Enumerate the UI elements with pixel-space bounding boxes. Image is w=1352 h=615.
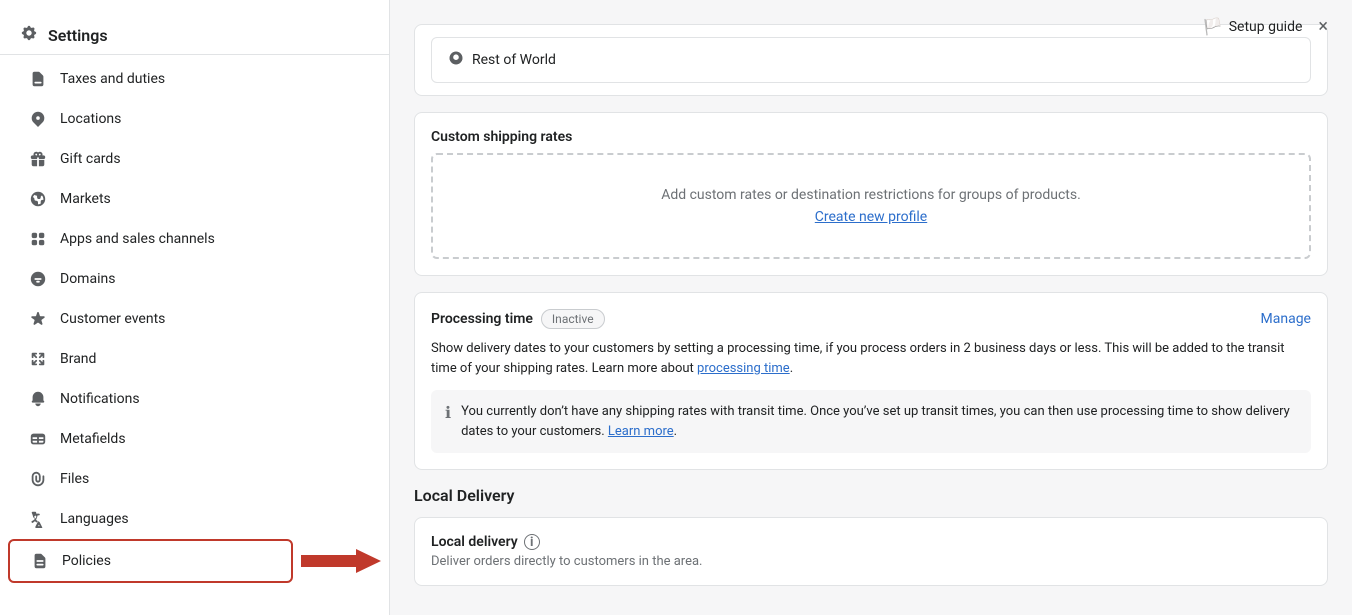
info-icon: ℹ [445,403,451,422]
flag-icon: 🏳️ [1203,17,1223,36]
sidebar-item-domains[interactable]: Domains [8,259,381,299]
header-actions: 🏳️ Setup guide × [1203,16,1328,37]
rest-of-world-card: Rest of World [414,24,1328,96]
sidebar-item-locations[interactable]: Locations [8,99,381,139]
sidebar-languages-label: Languages [60,511,129,527]
red-arrow-annotation [301,547,381,575]
sidebar-metafields-label: Metafields [60,431,126,447]
domains-icon [28,269,48,289]
local-delivery-card: Local delivery i Deliver orders directly… [414,517,1328,586]
sidebar-item-brand[interactable]: Brand [8,339,381,379]
main-content: 🏳️ Setup guide × Rest of World Custom sh… [390,0,1352,615]
sidebar-domains-label: Domains [60,271,115,287]
local-delivery-section: Local Delivery Local delivery i Deliver … [414,486,1328,586]
sidebar-taxes-label: Taxes and duties [60,71,165,87]
tax-icon [28,69,48,89]
setup-guide-label: Setup guide [1229,19,1303,35]
bell-icon [28,389,48,409]
customer-events-icon [28,309,48,329]
processing-time-title: Processing time [431,311,533,327]
processing-info-box: ℹ You currently don’t have any shipping … [431,390,1311,453]
setup-guide-button[interactable]: 🏳️ Setup guide [1203,17,1303,36]
sidebar-item-customer-events[interactable]: Customer events [8,299,381,339]
manage-link[interactable]: Manage [1261,311,1311,327]
sidebar-brand-label: Brand [60,351,96,367]
gift-icon [28,149,48,169]
learn-more-link[interactable]: Learn more [608,424,674,439]
sidebar-customer-events-label: Customer events [60,311,165,327]
local-delivery-info-icon: i [524,534,540,550]
sidebar-item-metafields[interactable]: Metafields [8,419,381,459]
rest-of-world-row: Rest of World [431,37,1311,83]
custom-shipping-empty-box: Add custom rates or destination restrict… [431,153,1311,259]
policies-icon [30,551,50,571]
custom-shipping-card: Custom shipping rates Add custom rates o… [414,112,1328,276]
close-button[interactable]: × [1318,16,1328,37]
sidebar-item-languages[interactable]: Languages [8,499,381,539]
metafields-icon [28,429,48,449]
sidebar-gift-cards-label: Gift cards [60,151,121,167]
custom-shipping-title: Custom shipping rates [415,113,1327,153]
processing-time-header: Processing time Inactive Manage [431,309,1311,329]
rest-of-world-label: Rest of World [472,52,556,68]
create-new-profile-link[interactable]: Create new profile [815,209,927,225]
sidebar-item-notifications[interactable]: Notifications [8,379,381,419]
content-area: Rest of World Custom shipping rates Add … [390,0,1352,610]
sidebar-item-policies[interactable]: Policies [8,539,293,583]
sidebar-item-gift-cards[interactable]: Gift cards [8,139,381,179]
location-icon [28,109,48,129]
inactive-badge: Inactive [541,309,605,329]
apps-icon [28,229,48,249]
local-delivery-card-title: Local delivery [431,534,518,550]
processing-title-row: Processing time Inactive [431,309,605,329]
sidebar-notifications-label: Notifications [60,391,140,407]
sidebar-locations-label: Locations [60,111,121,127]
globe-icon [448,50,464,70]
sidebar: Settings Taxes and duties Locations Gift… [0,0,390,615]
brand-icon [28,349,48,369]
processing-time-card: Processing time Inactive Manage Show del… [414,292,1328,470]
processing-time-link[interactable]: processing time [697,361,790,376]
local-delivery-description: Deliver orders directly to customers in … [431,554,1311,569]
sidebar-apps-label: Apps and sales channels [60,231,215,247]
sidebar-files-label: Files [60,471,89,487]
sidebar-markets-label: Markets [60,191,111,207]
custom-shipping-empty-text: Add custom rates or destination restrict… [449,187,1293,203]
sidebar-item-taxes[interactable]: Taxes and duties [8,59,381,99]
files-icon [28,469,48,489]
settings-header: Settings [0,8,389,55]
markets-icon [28,189,48,209]
languages-icon [28,509,48,529]
sidebar-policies-label: Policies [62,553,111,569]
settings-title: Settings [48,26,108,45]
processing-time-description: Show delivery dates to your customers by… [431,339,1311,378]
info-text-content: You currently don’t have any shipping ra… [461,404,1290,439]
gear-icon [20,24,38,46]
local-delivery-section-title: Local Delivery [414,486,1328,505]
sidebar-item-files[interactable]: Files [8,459,381,499]
sidebar-item-markets[interactable]: Markets [8,179,381,219]
sidebar-item-apps[interactable]: Apps and sales channels [8,219,381,259]
local-delivery-title-row: Local delivery i [431,534,1311,550]
